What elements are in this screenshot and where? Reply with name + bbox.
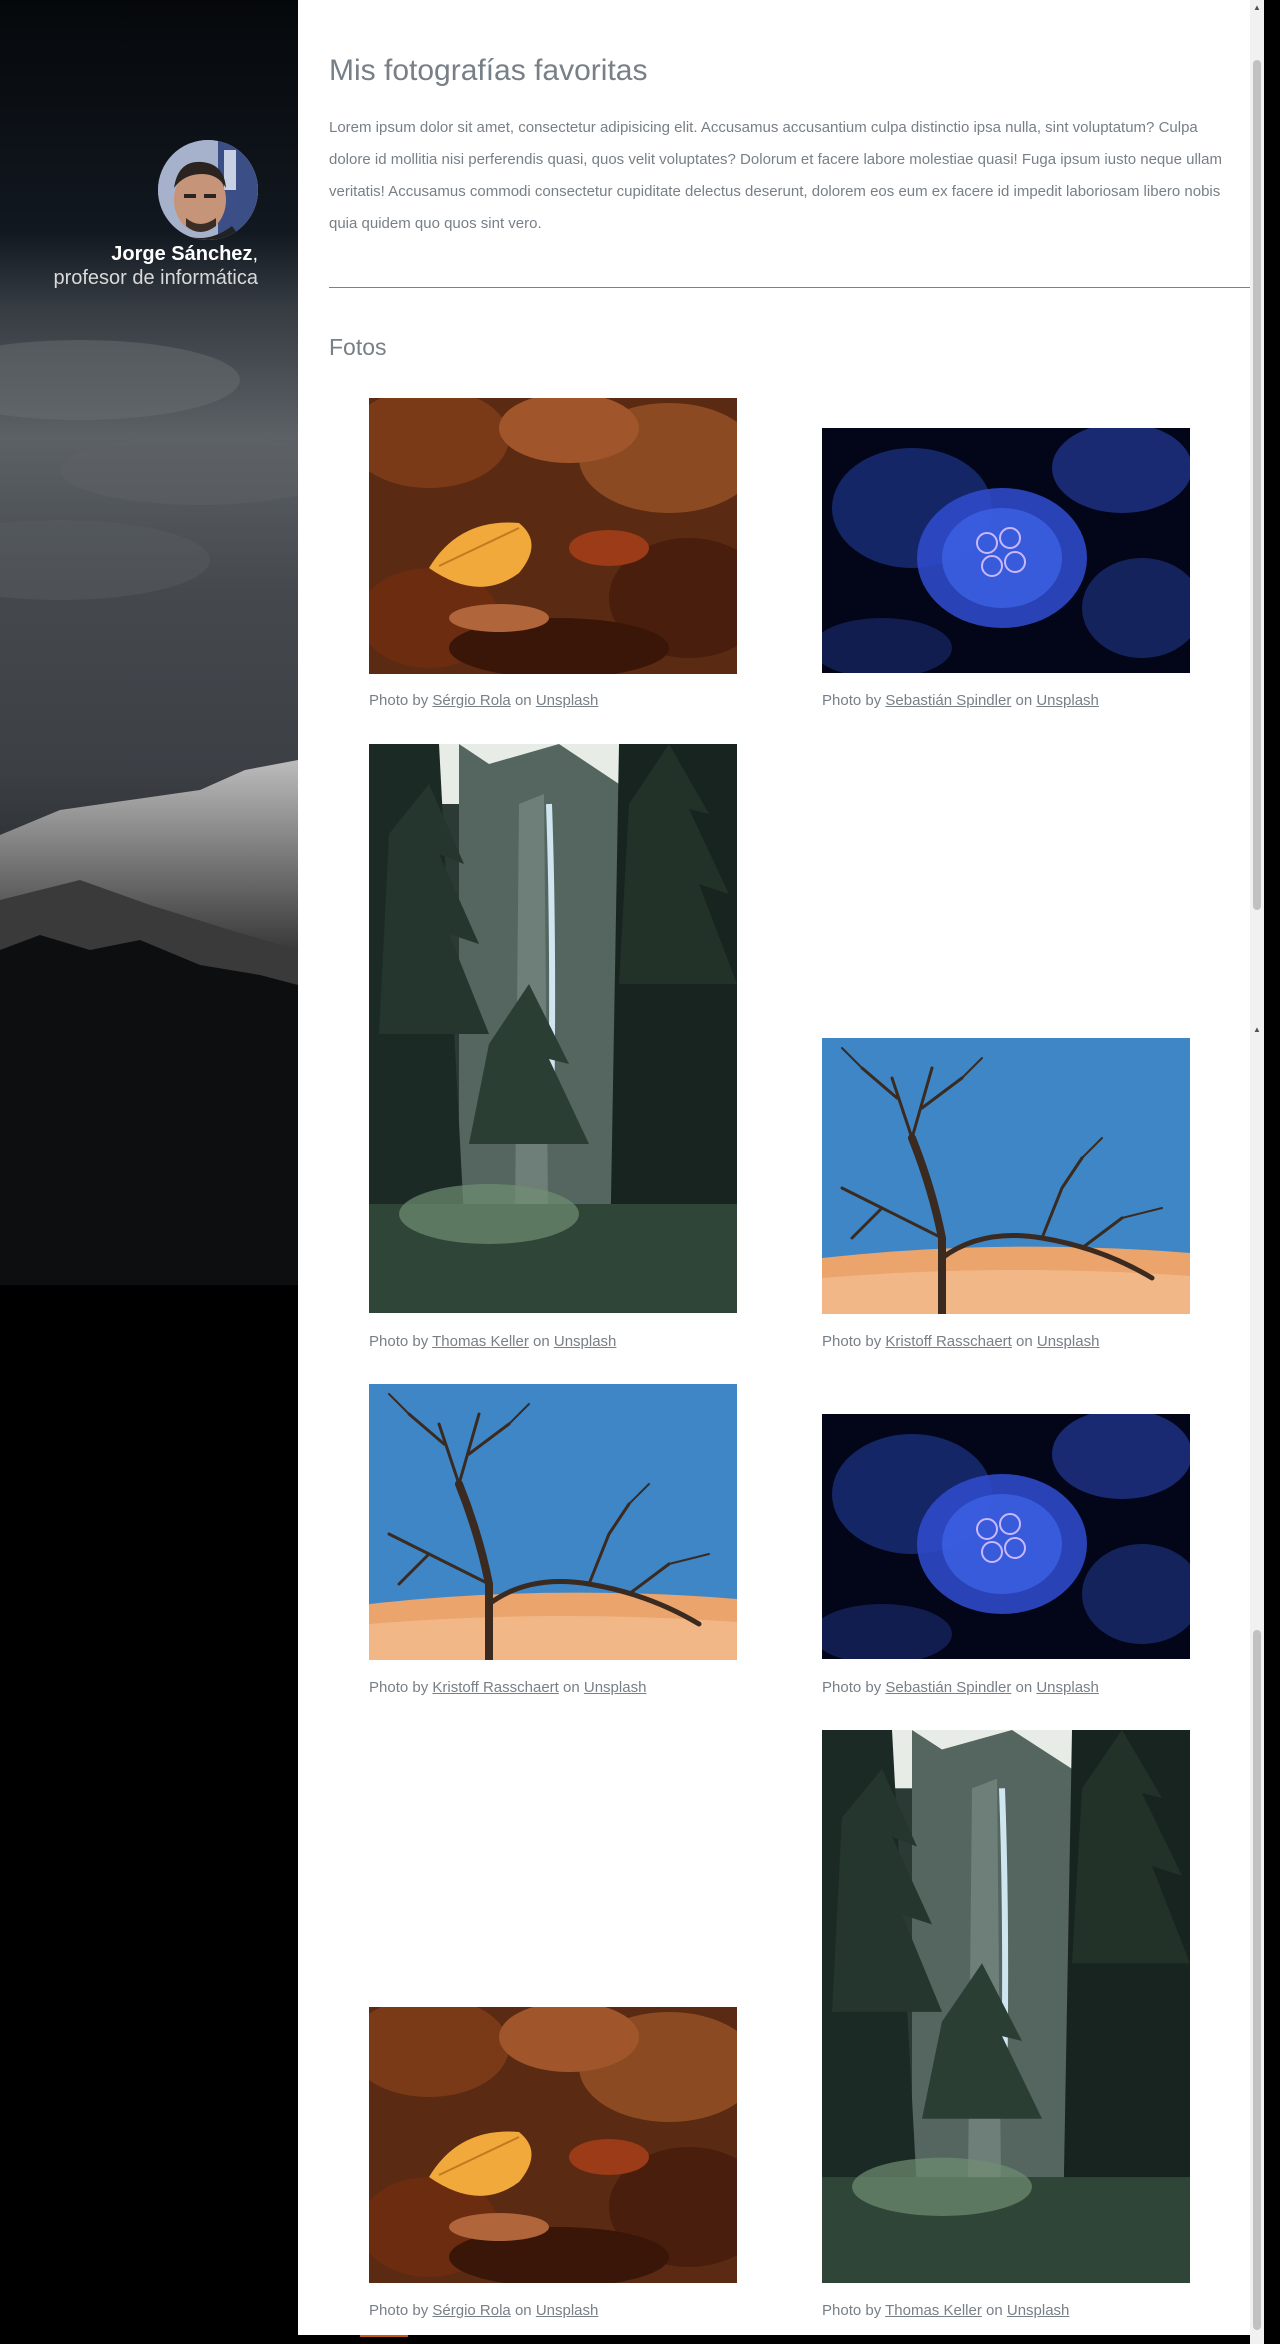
photo-4-caption: Photo by Kristoff Rasschaert on Unsplash (822, 1333, 1099, 1350)
caption-on: on (1016, 1333, 1033, 1350)
caption-prefix: Photo by (369, 1679, 429, 1696)
photographer-link[interactable]: Thomas Keller (432, 1333, 529, 1350)
photo-8[interactable] (822, 1730, 1190, 2283)
photo-5-caption: Photo by Kristoff Rasschaert on Unsplash (369, 1679, 646, 1696)
photo-6-caption: Photo by Sebastián Spindler on Unsplash (822, 1679, 1099, 1696)
scroll-up-icon[interactable]: ▲ (1250, 0, 1264, 16)
scrollbar-thumb[interactable] (1253, 1630, 1261, 2330)
unsplash-link[interactable]: Unsplash (1036, 692, 1099, 709)
photographer-link[interactable]: Kristoff Rasschaert (432, 1679, 558, 1696)
photo-4[interactable] (822, 1038, 1190, 1314)
caption-on: on (514, 2302, 532, 2319)
photo-2-caption: Photo by Sebastián Spindler on Unsplash (822, 692, 1099, 709)
caption-on: on (514, 692, 532, 709)
photographer-link[interactable]: Sérgio Rola (432, 692, 510, 709)
intro-paragraph: Lorem ipsum dolor sit amet, consectetur … (329, 119, 1222, 232)
photo-3[interactable] (369, 744, 737, 1313)
main-content: Mis fotografías favoritas Lorem ipsum do… (298, 0, 1250, 2344)
bottom-bar (298, 2335, 1250, 2344)
caption-on: on (563, 1679, 580, 1696)
caption-on: on (533, 1333, 550, 1350)
caption-on: on (1015, 1679, 1033, 1696)
photo-7-caption: Photo by Sérgio Rola on Unsplash (369, 2302, 598, 2319)
photo-3-caption: Photo by Thomas Keller on Unsplash (369, 1333, 616, 1350)
unsplash-link[interactable]: Unsplash (1036, 1679, 1099, 1696)
scroll-up-icon[interactable]: ▲ (1250, 1022, 1264, 1038)
caption-prefix: Photo by (369, 2302, 429, 2319)
divider (329, 287, 1250, 288)
unsplash-link[interactable]: Unsplash (1007, 2302, 1070, 2319)
photo-1[interactable] (369, 398, 737, 674)
caption-prefix: Photo by (822, 2302, 882, 2319)
caption-prefix: Photo by (822, 1679, 882, 1696)
scrollbar-thumb[interactable] (1253, 60, 1261, 910)
photo-8-caption: Photo by Thomas Keller on Unsplash (822, 2302, 1069, 2319)
caption-prefix: Photo by (822, 1333, 882, 1350)
scrollbar[interactable]: ▲ ▲ (1250, 0, 1264, 2344)
photographer-link[interactable]: Thomas Keller (885, 2302, 982, 2319)
photographer-link[interactable]: Kristoff Rasschaert (885, 1333, 1011, 1350)
author-name: Jorge Sánchez (111, 243, 253, 265)
caption-prefix: Photo by (822, 692, 882, 709)
author-name-comma: , (252, 243, 258, 265)
unsplash-link[interactable]: Unsplash (584, 1679, 647, 1696)
caption-prefix: Photo by (369, 692, 429, 709)
bottom-accent (360, 2335, 408, 2337)
photo-6[interactable] (822, 1414, 1190, 1659)
window-edge (1264, 0, 1280, 2344)
photographer-link[interactable]: Sebastián Spindler (885, 692, 1011, 709)
photo-1-caption: Photo by Sérgio Rola on Unsplash (369, 692, 598, 709)
unsplash-link[interactable]: Unsplash (536, 2302, 599, 2319)
unsplash-link[interactable]: Unsplash (554, 1333, 617, 1350)
unsplash-link[interactable]: Unsplash (1037, 1333, 1100, 1350)
section-title: Fotos (329, 334, 387, 360)
author-role: profesor de informática (53, 267, 258, 289)
caption-on: on (986, 2302, 1003, 2319)
avatar (158, 140, 258, 240)
sidebar: Jorge Sánchez, profesor de informática (0, 0, 298, 2344)
photo-5[interactable] (369, 1384, 737, 1660)
author-name-line: Jorge Sánchez, (111, 243, 258, 266)
photographer-link[interactable]: Sérgio Rola (432, 2302, 510, 2319)
unsplash-link[interactable]: Unsplash (536, 692, 599, 709)
photo-7[interactable] (369, 2007, 737, 2283)
caption-prefix: Photo by (369, 1333, 429, 1350)
photographer-link[interactable]: Sebastián Spindler (885, 1679, 1011, 1696)
photo-2[interactable] (822, 428, 1190, 673)
page-title: Mis fotografías favoritas (329, 54, 648, 87)
caption-on: on (1015, 692, 1033, 709)
